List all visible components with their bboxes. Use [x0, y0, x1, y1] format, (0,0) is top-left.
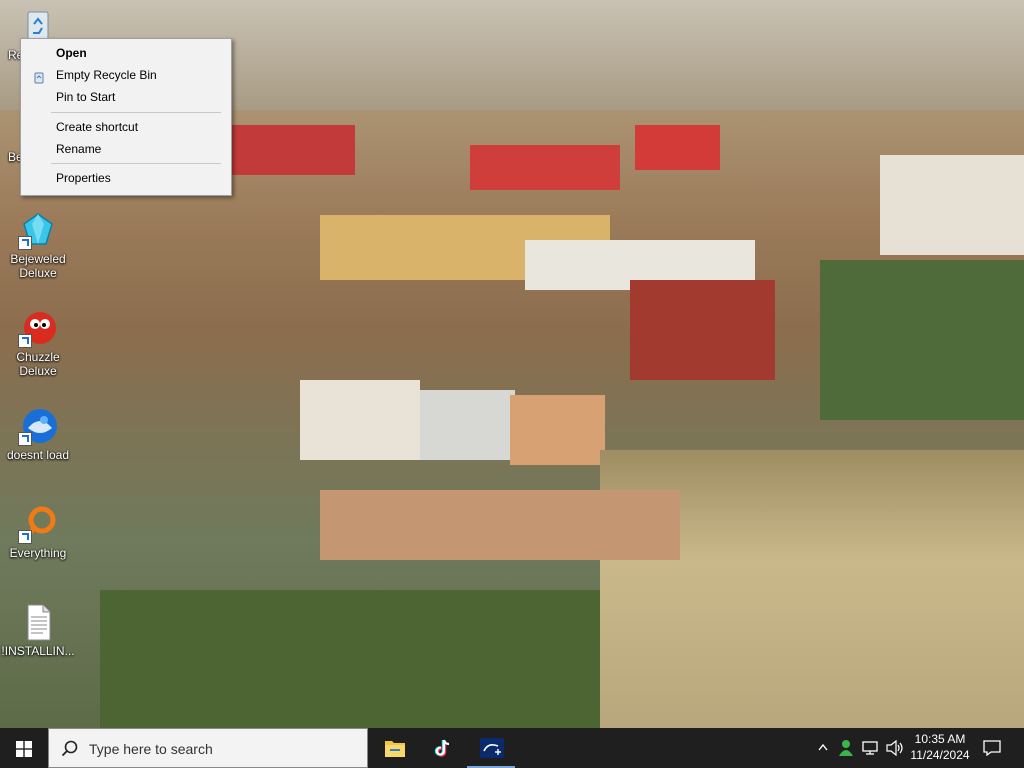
thunderbird-icon	[18, 406, 58, 446]
tiktok-icon	[434, 739, 450, 757]
shortcut-arrow-icon	[18, 432, 32, 446]
taskbar-tiktok[interactable]	[419, 728, 467, 768]
wallpaper-white-building	[420, 390, 515, 460]
taskbar: Type here to search 10:35 AM 11/24/2024	[0, 728, 1024, 768]
desktop-icon-label: Chuzzle Deluxe	[16, 350, 60, 378]
menu-item-pin-to-start[interactable]: Pin to Start	[22, 86, 230, 108]
tray-user-status[interactable]	[836, 728, 856, 768]
chevron-up-icon	[818, 743, 828, 751]
start-button[interactable]	[0, 728, 48, 768]
clock-date: 11/24/2024	[910, 748, 970, 762]
taskbar-file-explorer[interactable]	[371, 728, 419, 768]
menu-item-properties[interactable]: Properties	[22, 167, 230, 189]
menu-item-create-shortcut[interactable]: Create shortcut	[22, 116, 230, 138]
shortcut-arrow-icon	[18, 530, 32, 544]
recycle-bin-icon	[33, 69, 45, 84]
menu-separator	[51, 112, 221, 113]
gem-icon	[18, 210, 58, 250]
tray-network[interactable]	[860, 728, 880, 768]
wallpaper-white-building	[300, 380, 420, 460]
wallpaper-plaza	[320, 490, 680, 560]
wallpaper-trees	[100, 590, 600, 728]
windows-logo-icon	[16, 741, 32, 757]
desktop-icon-chuzzle-deluxe[interactable]: Chuzzle Deluxe	[0, 308, 76, 378]
shortcut-arrow-icon	[18, 236, 32, 250]
menu-item-empty-recycle-bin[interactable]: Empty Recycle Bin	[22, 64, 230, 86]
wallpaper-red-building	[630, 280, 775, 380]
folder-icon	[385, 741, 405, 757]
search-placeholder: Type here to search	[89, 741, 213, 757]
disney-plus-icon	[480, 738, 504, 758]
wallpaper-red-roof	[230, 125, 355, 175]
notifications-icon	[983, 740, 1001, 756]
wallpaper-red-roof	[470, 145, 620, 190]
desktop-icon-label: Everything	[9, 546, 67, 560]
show-hidden-icons-button[interactable]	[814, 728, 832, 768]
text-document-icon	[18, 602, 58, 642]
taskbar-disney-plus[interactable]	[467, 728, 515, 768]
desktop-icon-installing-file[interactable]: !INSTALLIN...	[0, 602, 76, 658]
action-center-button[interactable]	[980, 728, 1004, 768]
desktop-icon-bejeweled-deluxe[interactable]: Bejeweled Deluxe	[0, 210, 76, 280]
chuzzle-icon	[18, 308, 58, 348]
wallpaper-white-building	[880, 155, 1024, 255]
wallpaper-park	[820, 260, 1024, 420]
shortcut-arrow-icon	[18, 334, 32, 348]
taskbar-search-box[interactable]: Type here to search	[48, 728, 368, 768]
menu-separator	[51, 163, 221, 164]
desktop-icon-label: !INSTALLIN...	[1, 644, 75, 658]
search-icon	[61, 740, 78, 757]
taskbar-clock[interactable]: 10:35 AM 11/24/2024	[898, 731, 982, 763]
desktop-icon-label: Bejeweled Deluxe	[10, 252, 66, 280]
magnifier-icon	[18, 504, 58, 544]
user-status-icon	[839, 740, 853, 756]
context-menu: Open Empty Recycle Bin Pin to Start Crea…	[20, 38, 232, 196]
desktop-icon-doesnt-load[interactable]: doesnt load	[0, 406, 76, 462]
clock-time: 10:35 AM	[914, 732, 966, 746]
desktop-icon-label: doesnt load	[6, 448, 70, 462]
wallpaper-red-roof	[635, 125, 720, 170]
desktop-icon-everything[interactable]: Everything	[0, 504, 76, 560]
menu-item-open[interactable]: Open	[22, 42, 230, 64]
wallpaper-building	[510, 395, 605, 465]
network-icon	[862, 741, 878, 755]
menu-item-label: Empty Recycle Bin	[56, 68, 157, 82]
menu-item-rename[interactable]: Rename	[22, 138, 230, 160]
